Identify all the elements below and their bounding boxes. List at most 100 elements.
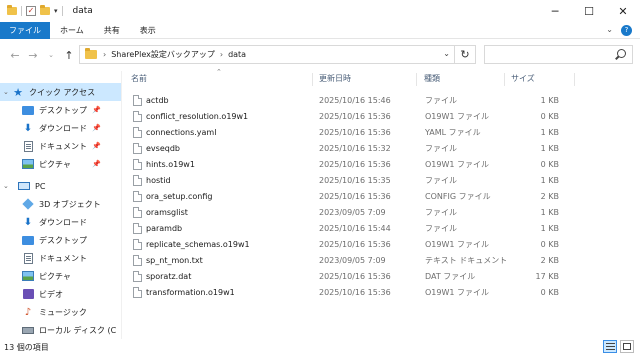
table-row[interactable]: replicate_schemas.o19w1 2025/10/16 15:36 O… — [129, 237, 569, 252]
sidebar-item-desktop[interactable]: デスクトップ 📌 — [0, 101, 121, 119]
sidebar-item-pc[interactable]: ⌄ PC — [0, 177, 121, 195]
table-row[interactable]: transformation.o19w1 2025/10/16 15:36 O19W… — [129, 285, 569, 300]
table-row[interactable]: hints.o19w1 2025/10/16 15:36 O19W1 ファイル 0 K… — [129, 157, 569, 172]
column-header-date[interactable]: 更新日時 — [319, 71, 414, 87]
tab-file[interactable]: ファイル — [0, 21, 50, 39]
forward-arrow-icon[interactable]: → — [24, 49, 42, 62]
chevron-down-icon[interactable]: ⌄ — [3, 88, 9, 96]
maximize-button[interactable]: ☐ — [572, 0, 606, 22]
download-icon: ⬇ — [23, 122, 33, 134]
address-bar[interactable]: › SharePlex設定バックアップ › data ⌄ — [79, 45, 455, 64]
music-icon: ♪ — [24, 306, 32, 318]
file-icon — [133, 95, 142, 106]
title-bar: ✓ ▾ data ─ ☐ ✕ — [0, 0, 640, 22]
view-switcher — [603, 340, 634, 353]
details-view-button[interactable] — [603, 340, 617, 353]
table-row[interactable]: ora_setup.config 2025/10/16 15:36 CONFIG フ… — [129, 189, 569, 204]
file-icon — [133, 271, 142, 282]
column-header-name[interactable]: 名前 — [131, 71, 311, 87]
download-icon: ⬇ — [23, 216, 33, 228]
pin-icon: 📌 — [92, 106, 101, 114]
tab-share[interactable]: 共有 — [94, 22, 130, 39]
minimize-button[interactable]: ─ — [538, 0, 572, 22]
chevron-down-icon[interactable]: ⌄ — [3, 182, 9, 190]
sidebar-item-documents[interactable]: ドキュメント 📌 — [0, 137, 121, 155]
sidebar-item-label: ドキュメント — [39, 253, 87, 263]
sidebar-item-label: クイック アクセス — [29, 87, 96, 97]
sidebar-item-pictures[interactable]: ピクチャ 📌 — [0, 155, 121, 173]
search-icon — [617, 49, 626, 58]
table-row[interactable]: sp_nt_mon.txt 2023/09/05 7:09 テキスト ドキュメント 2… — [129, 253, 569, 268]
refresh-button[interactable]: ↻ — [455, 45, 476, 64]
drive-icon — [22, 326, 34, 334]
table-row[interactable]: actdb 2025/10/16 15:46 ファイル 1 KB — [129, 93, 569, 108]
sidebar-item-documents-pc[interactable]: ドキュメント — [0, 249, 121, 267]
recent-locations-chevron-icon[interactable]: ⌄ — [42, 51, 60, 59]
file-icon — [133, 223, 142, 234]
table-row[interactable]: connections.yaml 2025/10/16 15:36 YAML ファイ… — [129, 125, 569, 140]
navigation-bar: ← → ⌄ ↑ › SharePlex設定バックアップ › data ⌄ ↻ — [0, 40, 640, 70]
sidebar-item-3d-objects[interactable]: 3D オブジェクト — [0, 195, 121, 213]
chevron-right-icon: › — [219, 50, 224, 59]
file-icon — [133, 207, 142, 218]
expand-ribbon-chevron-icon[interactable]: ⌄ — [606, 25, 613, 36]
customize-toolbar-chevron-icon[interactable]: ▾ — [54, 7, 58, 15]
column-header-type[interactable]: 種類 — [424, 71, 504, 87]
sidebar-item-quick-access[interactable]: ⌄ ★ クイック アクセス — [0, 83, 121, 101]
sidebar-item-downloads-pc[interactable]: ⬇ ダウンロード — [0, 213, 121, 231]
picture-icon — [22, 271, 34, 281]
new-folder-icon[interactable] — [40, 5, 50, 15]
chevron-right-icon: › — [103, 50, 107, 59]
breadcrumb: › SharePlex設定バックアップ › data — [103, 49, 246, 60]
details-view-icon — [605, 343, 615, 344]
sidebar-item-label: 3D オブジェクト — [39, 199, 101, 209]
sidebar-item-local-disk[interactable]: ローカル ディスク (C — [0, 321, 121, 339]
sidebar-item-label: ドキュメント — [39, 141, 87, 151]
file-icon — [133, 127, 142, 138]
tab-view[interactable]: 表示 — [130, 22, 166, 39]
sidebar-item-label: デスクトップ — [39, 235, 87, 245]
tab-home[interactable]: ホーム — [50, 22, 94, 39]
up-arrow-icon[interactable]: ↑ — [60, 49, 78, 62]
pin-icon: 📌 — [92, 160, 101, 168]
text-file-icon — [133, 255, 142, 266]
file-icon — [133, 143, 142, 154]
back-arrow-icon[interactable]: ← — [6, 49, 24, 62]
sidebar-item-label: ピクチャ — [39, 271, 71, 281]
file-icon — [133, 159, 142, 170]
table-row[interactable]: paramdb 2025/10/16 15:44 ファイル 1 KB — [129, 221, 569, 236]
table-row[interactable]: sporatz.dat 2025/10/16 15:36 DAT ファイル 17 KB — [129, 269, 569, 284]
desktop-icon — [22, 235, 34, 245]
file-icon — [133, 239, 142, 250]
file-icon — [133, 175, 142, 186]
sidebar-item-label: ダウンロード — [39, 217, 87, 227]
sidebar-item-pictures-pc[interactable]: ピクチャ — [0, 267, 121, 285]
3d-objects-icon — [22, 198, 34, 210]
help-icon[interactable]: ? — [621, 25, 632, 36]
search-input[interactable] — [484, 45, 633, 64]
sidebar-item-label: PC — [35, 181, 46, 191]
table-row[interactable]: conflict_resolution.o19w1 2025/10/16 15:3… — [129, 109, 569, 124]
large-icons-view-button[interactable] — [620, 340, 634, 353]
sidebar-item-music[interactable]: ♪ ミュージック — [0, 303, 121, 321]
table-row[interactable]: oramsglist 2023/09/05 7:09 ファイル 1 KB — [129, 205, 569, 220]
breadcrumb-item[interactable]: data — [228, 50, 246, 59]
properties-icon[interactable]: ✓ — [26, 6, 36, 16]
item-count: 13 個の項目 — [4, 342, 49, 352]
file-icon — [133, 111, 142, 122]
sidebar-item-videos[interactable]: ビデオ — [0, 285, 121, 303]
star-icon: ★ — [13, 85, 23, 99]
sidebar-item-downloads[interactable]: ⬇ ダウンロード 📌 — [0, 119, 121, 137]
desktop-icon — [22, 105, 34, 115]
status-bar: 13 個の項目 — [0, 339, 640, 355]
column-header-size[interactable]: サイズ — [511, 71, 571, 87]
window-controls: ─ ☐ ✕ — [538, 0, 640, 22]
sidebar-item-label: ピクチャ — [39, 159, 71, 169]
table-row[interactable]: hostid 2025/10/16 15:35 ファイル 1 KB — [129, 173, 569, 188]
table-row[interactable]: evseqdb 2025/10/16 15:32 ファイル 1 KB — [129, 141, 569, 156]
address-dropdown-chevron-icon[interactable]: ⌄ — [443, 49, 450, 58]
close-button[interactable]: ✕ — [606, 0, 640, 22]
sidebar-item-desktop-pc[interactable]: デスクトップ — [0, 231, 121, 249]
picture-icon — [22, 159, 34, 169]
breadcrumb-item[interactable]: SharePlex設定バックアップ — [111, 49, 215, 60]
